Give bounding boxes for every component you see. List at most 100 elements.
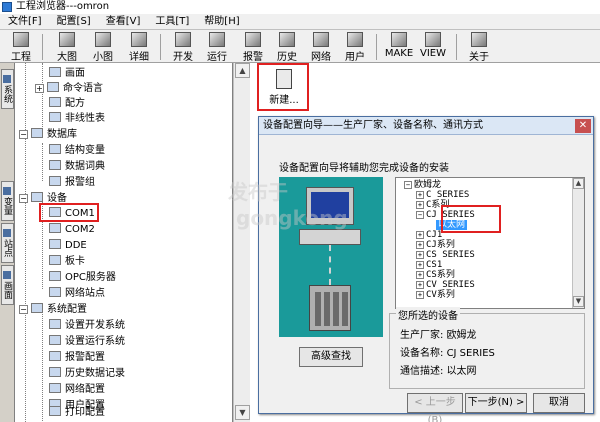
list-item-cs-series[interactable]: + CS SERIES: [416, 250, 475, 260]
selected-device-title: 您所选的设备: [396, 307, 460, 322]
scroll-up-icon[interactable]: ▲: [573, 178, 584, 189]
about-icon: [471, 32, 487, 47]
expand-icon[interactable]: +: [416, 291, 424, 299]
toolbar-details-button[interactable]: 详细: [122, 32, 156, 63]
list-item-c-series[interactable]: + C SERIES: [416, 190, 469, 200]
toolbar-project-button[interactable]: 工程: [4, 32, 38, 63]
dialog-title: 设备配置向导——生产厂家、设备名称、通讯方式: [263, 120, 483, 131]
list-item-cj-xilie[interactable]: + CJ系列: [416, 240, 455, 250]
collapse-icon[interactable]: −: [19, 130, 28, 139]
tree-item-database[interactable]: − 数据库: [19, 127, 77, 142]
menu-tools[interactable]: 工具[T]: [147, 14, 196, 30]
tree-item-data-dictionary[interactable]: 数据词典: [49, 159, 105, 174]
tree-item-board[interactable]: 板卡: [49, 254, 85, 269]
tree-item-history-record[interactable]: 历史数据记录: [49, 366, 125, 381]
toolbar-develop-button[interactable]: 开发: [166, 32, 200, 63]
expand-icon[interactable]: +: [416, 261, 424, 269]
toolbar-alarm-button[interactable]: 报警: [236, 32, 270, 63]
comm-row: 通信描述: 以太网: [400, 366, 477, 377]
toolbar: 工程 大图 小图 详细 开发 运行 报警 历史 网络 用户 MAKE VIEW …: [0, 30, 600, 63]
plc-device-icon: [309, 285, 351, 331]
menu-view[interactable]: 查看[V]: [98, 14, 148, 30]
list-item-cj1[interactable]: + CJ1: [416, 230, 442, 240]
tree-item-nonlinear-table[interactable]: 非线性表: [49, 111, 105, 126]
tree-item-alarm-group[interactable]: 报警组: [49, 175, 95, 190]
tree-item-com2[interactable]: COM2: [49, 222, 95, 237]
tab-variable[interactable]: 变量: [1, 181, 14, 221]
collapse-icon[interactable]: −: [404, 181, 412, 189]
wizard-illustration: [279, 177, 383, 337]
tree-item-run-setting[interactable]: 设置运行系统: [49, 334, 125, 349]
list-item-cv-xilie[interactable]: + CV系列: [416, 290, 455, 300]
screen-tab-icon: [3, 271, 11, 279]
tree-item-network-config[interactable]: 网络配置: [49, 382, 105, 397]
collapse-icon[interactable]: −: [19, 305, 28, 314]
collapse-icon[interactable]: −: [19, 194, 28, 203]
tree-item-alarm-config[interactable]: 报警配置: [49, 350, 105, 365]
run-setting-icon: [49, 335, 61, 345]
expand-icon[interactable]: +: [35, 84, 44, 93]
toolbar-history-button[interactable]: 历史: [270, 32, 304, 63]
device-list[interactable]: − 欧姆龙 + C SERIES + C系列 − CJ SERIES 以太网 + CJ1 …: [395, 177, 585, 309]
scroll-down-icon[interactable]: ▼: [573, 296, 584, 307]
com-port-icon: [49, 223, 61, 233]
menu-help[interactable]: 帮助[H]: [196, 14, 246, 30]
expand-icon[interactable]: +: [416, 231, 424, 239]
tree-item-system-config[interactable]: − 系统配置: [19, 302, 87, 317]
expand-icon[interactable]: +: [416, 271, 424, 279]
cable-icon: [329, 245, 333, 285]
tree-item-screen[interactable]: 画面: [49, 66, 85, 81]
collapse-icon[interactable]: −: [416, 211, 424, 219]
tree-item-opc-server[interactable]: OPC服务器: [49, 270, 116, 285]
toolbar-view-button[interactable]: VIEW: [416, 32, 450, 62]
tab-station[interactable]: 站点: [1, 223, 14, 263]
tree-item-command-language[interactable]: + 命令语言: [35, 81, 103, 96]
list-item-cv-series[interactable]: + CV SERIES: [416, 280, 475, 290]
expand-icon[interactable]: +: [416, 241, 424, 249]
toolbar-run-button[interactable]: 运行: [200, 32, 234, 63]
tree-item-struct-variable[interactable]: 结构变量: [49, 143, 105, 158]
device-list-scrollbar[interactable]: ▲ ▼: [572, 178, 584, 308]
toolbar-separator: [42, 34, 43, 60]
tree-item-com1[interactable]: COM1: [49, 206, 95, 221]
tree-item-print-config[interactable]: 打印配置: [49, 405, 105, 420]
toolbar-user-button[interactable]: 用户: [338, 32, 372, 63]
new-item-button[interactable]: 新建...: [261, 67, 307, 109]
scroll-down-icon[interactable]: ▼: [235, 405, 250, 420]
system-tab-icon: [3, 75, 11, 83]
list-item-cs-xilie[interactable]: + CS系列: [416, 270, 455, 280]
next-button[interactable]: 下一步(N) >: [465, 393, 527, 413]
expand-icon[interactable]: +: [416, 251, 424, 259]
advanced-search-button[interactable]: 高级查找: [299, 347, 363, 367]
dialog-title-bar: 设备配置向导——生产厂家、设备名称、通讯方式 ✕: [259, 117, 593, 135]
tree-item-network-station[interactable]: 网络站点: [49, 286, 105, 301]
close-icon[interactable]: ✕: [575, 119, 591, 133]
toolbar-network-button[interactable]: 网络: [304, 32, 338, 63]
menu-bar: 文件[F] 配置[S] 查看[V] 工具[T] 帮助[H]: [0, 14, 600, 30]
tree-item-dev-setting[interactable]: 设置开发系统: [49, 318, 125, 333]
list-item-omron[interactable]: − 欧姆龙: [404, 180, 441, 190]
tree-item-recipe[interactable]: 配方: [49, 96, 85, 111]
alarm-icon: [245, 32, 261, 47]
tab-system[interactable]: 系统: [1, 69, 14, 109]
toolbar-small-icons-button[interactable]: 小图: [86, 32, 120, 63]
toolbar-make-button[interactable]: MAKE: [382, 32, 416, 62]
tree-item-dde[interactable]: DDE: [49, 238, 87, 253]
expand-icon[interactable]: +: [416, 201, 424, 209]
expand-icon[interactable]: +: [416, 191, 424, 199]
cancel-button[interactable]: 取消: [533, 393, 585, 413]
toolbar-large-icons-button[interactable]: 大图: [50, 32, 84, 63]
list-item-cs1[interactable]: + CS1: [416, 260, 442, 270]
expand-icon[interactable]: +: [416, 281, 424, 289]
toolbar-about-button[interactable]: 关于: [462, 32, 496, 63]
menu-file[interactable]: 文件[F]: [0, 14, 49, 30]
print-config-icon: [49, 406, 61, 416]
prev-button[interactable]: < 上一步(B): [407, 393, 463, 422]
tree-scrollbar[interactable]: ▲ ▼: [233, 63, 250, 422]
toolbar-separator: [456, 34, 457, 60]
scroll-up-icon[interactable]: ▲: [235, 63, 250, 78]
tab-screen[interactable]: 画面: [1, 265, 14, 305]
watermark-text: 发布于: [228, 180, 288, 204]
menu-config[interactable]: 配置[S]: [49, 14, 98, 30]
new-document-icon: [276, 69, 292, 89]
